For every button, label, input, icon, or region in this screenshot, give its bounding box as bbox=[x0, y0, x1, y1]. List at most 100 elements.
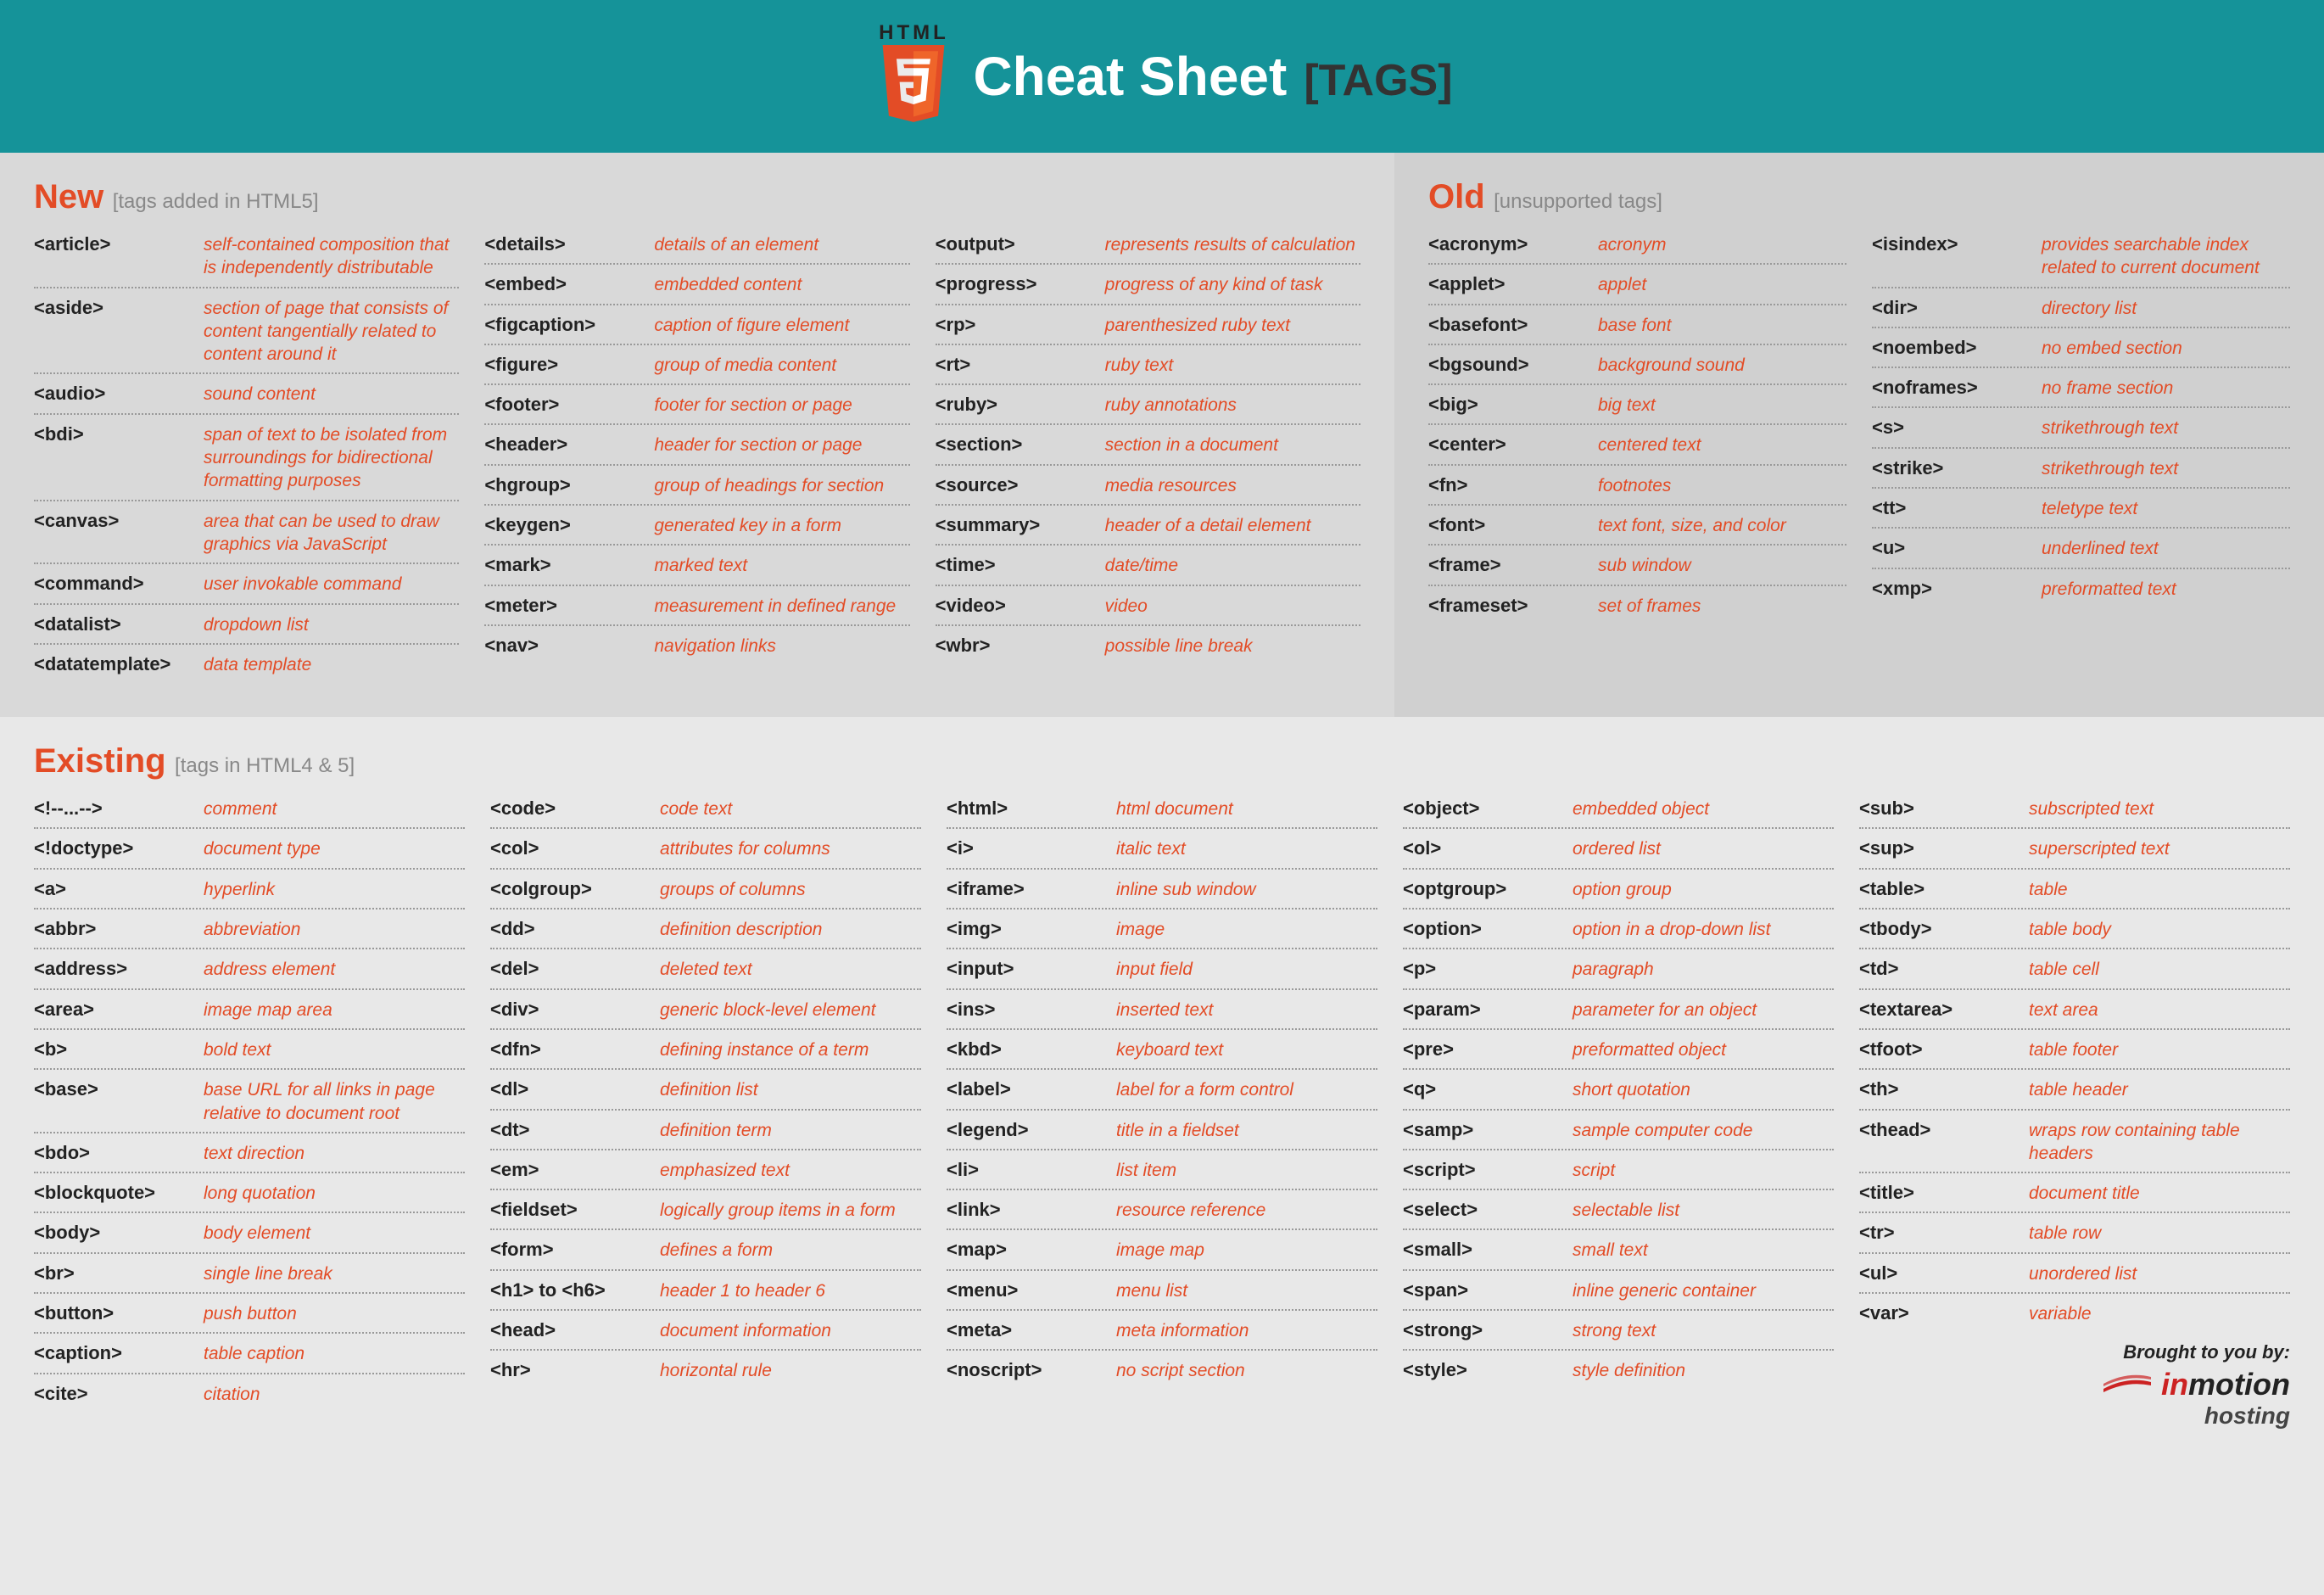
tag-entry: <fieldset>logically group items in a for… bbox=[490, 1190, 921, 1230]
tag-name: <kbd> bbox=[947, 1038, 1108, 1061]
tag-description: short quotation bbox=[1573, 1078, 1834, 1101]
tag-description: strong text bbox=[1573, 1319, 1834, 1342]
tag-description: preformatted object bbox=[1573, 1038, 1834, 1061]
tag-entry: <map>image map bbox=[947, 1230, 1377, 1270]
tag-name: <cite> bbox=[34, 1383, 195, 1405]
tag-entry: <p>paragraph bbox=[1403, 949, 1834, 989]
tag-entry: <dl>definition list bbox=[490, 1070, 921, 1110]
section-new: New [tags added in HTML5] <article>self-… bbox=[0, 153, 1394, 717]
tag-entry: <object>embedded object bbox=[1403, 789, 1834, 829]
tag-description: dropdown list bbox=[204, 613, 459, 636]
tag-entry: <div>generic block-level element bbox=[490, 990, 921, 1030]
tag-entry: <br>single line break bbox=[34, 1254, 465, 1294]
tag-description: ruby text bbox=[1105, 354, 1360, 377]
tag-entry: <script>script bbox=[1403, 1150, 1834, 1190]
tag-entry: <textarea> text area bbox=[1859, 990, 2290, 1030]
tag-description: defining instance of a term bbox=[660, 1038, 921, 1061]
tag-description: no frame section bbox=[2042, 377, 2290, 400]
tag-name: <summary> bbox=[936, 514, 1097, 536]
tag-name: <bdo> bbox=[34, 1142, 195, 1164]
tag-name: <col> bbox=[490, 837, 651, 859]
tag-entry: <summary>header of a detail element bbox=[936, 506, 1360, 546]
tag-description: inserted text bbox=[1116, 999, 1377, 1021]
tag-description: progress of any kind of task bbox=[1105, 273, 1360, 296]
tag-name: <noframes> bbox=[1872, 377, 2033, 399]
tag-name: <code> bbox=[490, 798, 651, 820]
tag-entry: <label>label for a form control bbox=[947, 1070, 1377, 1110]
tag-description: data template bbox=[204, 653, 459, 676]
tag-name: <nav> bbox=[484, 635, 645, 657]
tag-entry: <param>parameter for an object bbox=[1403, 990, 1834, 1030]
tag-name: <footer> bbox=[484, 394, 645, 416]
tag-description: image map bbox=[1116, 1239, 1377, 1262]
tag-entry: <kbd> keyboard text bbox=[947, 1030, 1377, 1070]
tag-name: <title> bbox=[1859, 1182, 2020, 1204]
tag-description: variable bbox=[2029, 1302, 2290, 1325]
tag-entry: <datalist>dropdown list bbox=[34, 605, 459, 645]
tag-entry: <footer>footer for section or page bbox=[484, 385, 909, 425]
old-columns: <acronym>acronym<applet>applet<basefont>… bbox=[1428, 225, 2290, 624]
tag-entry: <th>table header bbox=[1859, 1070, 2290, 1110]
section-header: Existing [tags in HTML4 & 5] bbox=[34, 742, 2290, 781]
tag-name: <head> bbox=[490, 1319, 651, 1341]
tag-entry: <font>text font, size, and color bbox=[1428, 506, 1846, 546]
tag-name: <ruby> bbox=[936, 394, 1097, 416]
tag-description: keyboard text bbox=[1116, 1038, 1377, 1061]
tag-name: <small> bbox=[1403, 1239, 1564, 1261]
tag-description: sample computer code bbox=[1573, 1119, 1834, 1142]
tag-description: hyperlink bbox=[204, 878, 465, 901]
tag-entry: <sub>subscripted text bbox=[1859, 789, 2290, 829]
tag-entry: <optgroup>option group bbox=[1403, 870, 1834, 909]
tag-name: <rp> bbox=[936, 314, 1097, 336]
tag-entry: <bdi>span of text to be isolated from su… bbox=[34, 415, 459, 501]
tag-description: document title bbox=[2029, 1182, 2290, 1205]
section-title-new: New bbox=[34, 178, 103, 215]
tag-entry: <bdo> text direction bbox=[34, 1133, 465, 1173]
tag-description: emphasized text bbox=[660, 1159, 921, 1182]
tag-entry: <u>underlined text bbox=[1872, 529, 2290, 568]
tag-entry: <caption>table caption bbox=[34, 1334, 465, 1374]
tag-description: measurement in defined range bbox=[654, 595, 909, 618]
tag-name: <div> bbox=[490, 999, 651, 1021]
tag-name: <dl> bbox=[490, 1078, 651, 1100]
existing-col-3: <object>embedded object<ol>ordered list<… bbox=[1403, 789, 1834, 1413]
tag-name: <textarea> bbox=[1859, 999, 2020, 1021]
html5-logo: HTML bbox=[871, 21, 956, 132]
tag-name: <fn> bbox=[1428, 474, 1589, 496]
tag-name: <meta> bbox=[947, 1319, 1108, 1341]
tag-name: <dfn> bbox=[490, 1038, 651, 1061]
tag-description: base URL for all links in page relative … bbox=[204, 1078, 465, 1125]
tag-entry: <i>italic text bbox=[947, 829, 1377, 869]
tag-entry: <h1> to <h6>header 1 to header 6 bbox=[490, 1271, 921, 1311]
tag-name: <var> bbox=[1859, 1302, 2020, 1324]
tag-description: small text bbox=[1573, 1239, 1834, 1262]
tag-name: <blockquote> bbox=[34, 1182, 195, 1204]
tag-name: <xmp> bbox=[1872, 578, 2033, 600]
tag-entry: <noframes> no frame section bbox=[1872, 368, 2290, 408]
tag-entry: <pre>preformatted object bbox=[1403, 1030, 1834, 1070]
tag-description: menu list bbox=[1116, 1279, 1377, 1302]
tag-name: <samp> bbox=[1403, 1119, 1564, 1141]
tag-entry: <code>code text bbox=[490, 789, 921, 829]
tag-description: selectable list bbox=[1573, 1199, 1834, 1222]
tag-entry: <noembed>no embed section bbox=[1872, 328, 2290, 368]
tag-entry: <keygen>generated key in a form bbox=[484, 506, 909, 546]
tag-description: text direction bbox=[204, 1142, 465, 1165]
tag-description: script bbox=[1573, 1159, 1834, 1182]
tag-name: <keygen> bbox=[484, 514, 645, 536]
tag-description: marked text bbox=[654, 554, 909, 577]
tag-entry: <strong>strong text bbox=[1403, 1311, 1834, 1351]
tag-description: sub window bbox=[1598, 554, 1846, 577]
tag-entry: <var> variable bbox=[1859, 1294, 2290, 1332]
tag-name: <span> bbox=[1403, 1279, 1564, 1301]
tag-name: <select> bbox=[1403, 1199, 1564, 1221]
tag-name: <li> bbox=[947, 1159, 1108, 1181]
tag-entry: <dt>definition term bbox=[490, 1111, 921, 1150]
tag-description: text area bbox=[2029, 999, 2290, 1021]
tag-name: <big> bbox=[1428, 394, 1589, 416]
tag-name: <ins> bbox=[947, 999, 1108, 1021]
tag-entry: <video>video bbox=[936, 586, 1360, 626]
tag-name: <basefont> bbox=[1428, 314, 1589, 336]
tag-entry: <colgroup>groups of columns bbox=[490, 870, 921, 909]
tag-name: <menu> bbox=[947, 1279, 1108, 1301]
